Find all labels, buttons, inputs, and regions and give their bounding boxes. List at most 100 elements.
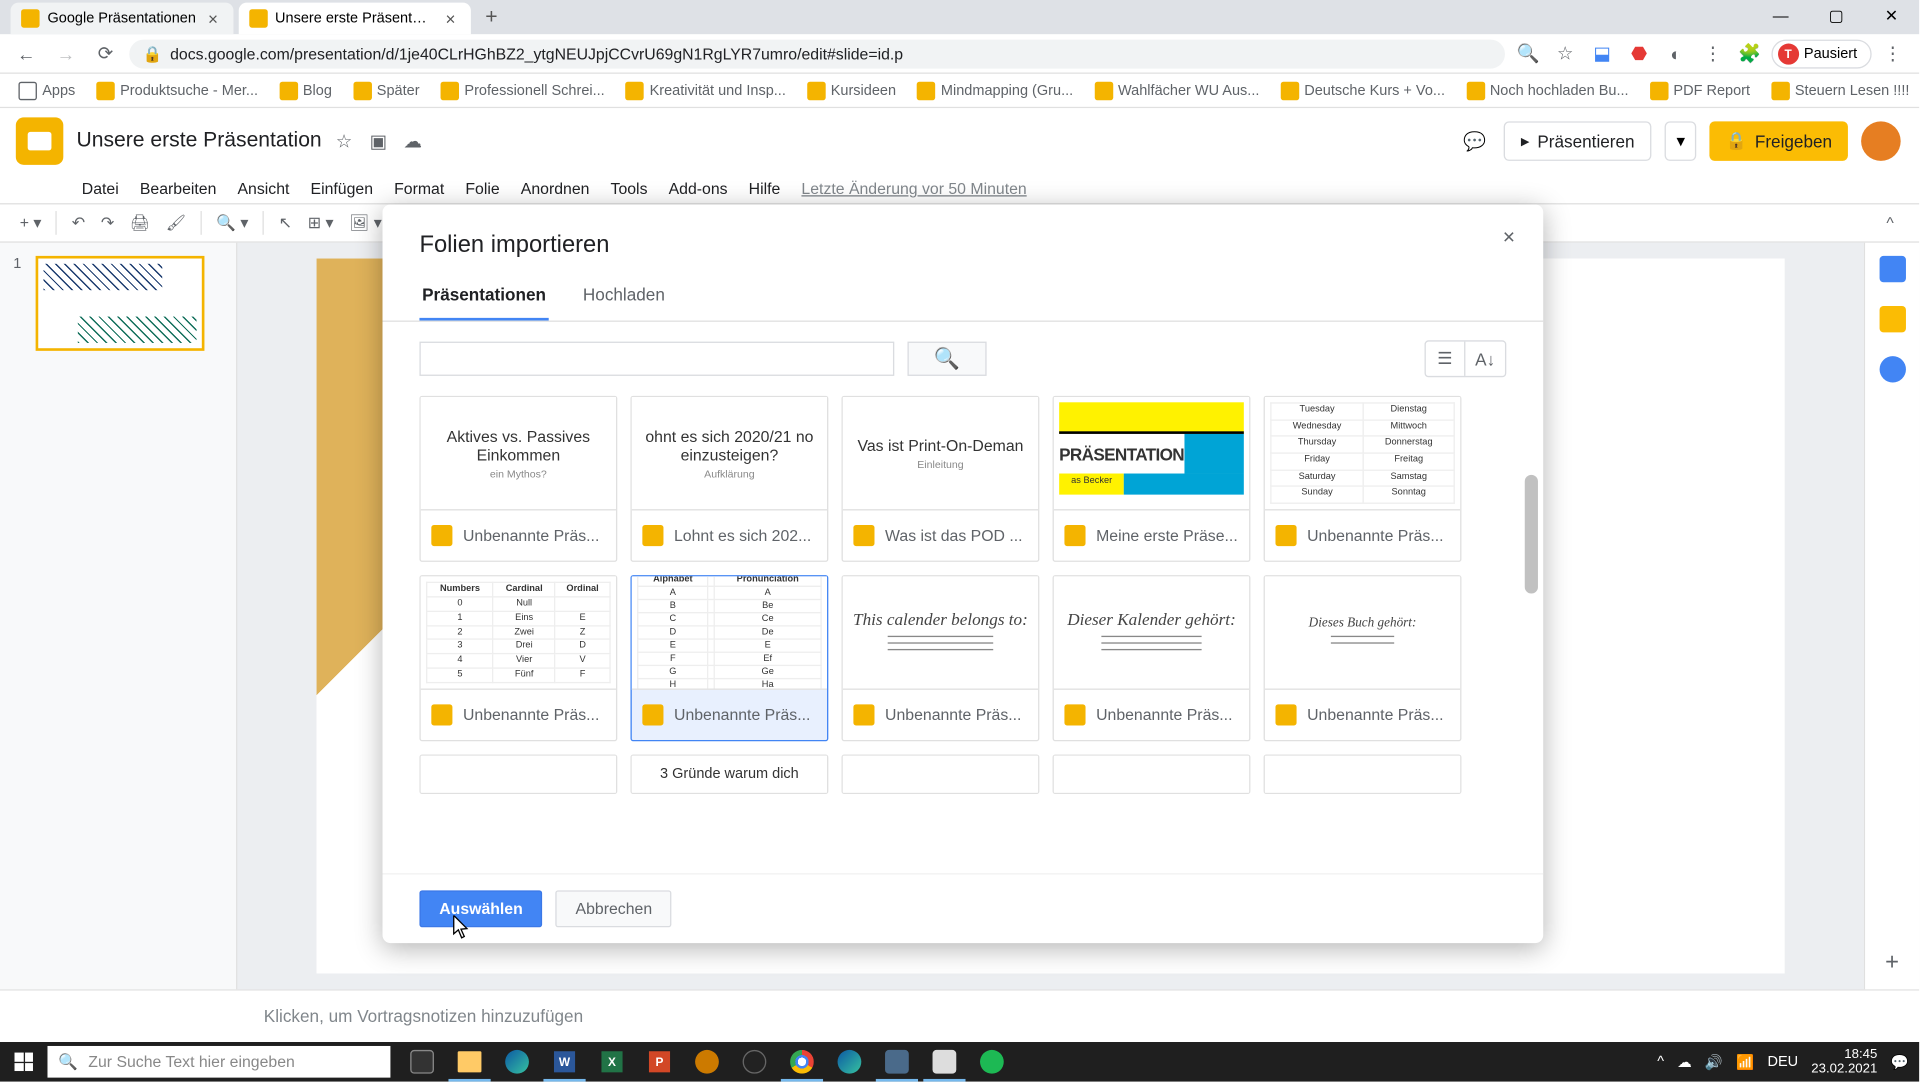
extension-icon[interactable]: ⬓ — [1586, 38, 1618, 70]
menu-tools[interactable]: Tools — [603, 177, 656, 201]
back-button[interactable]: ← — [11, 38, 43, 70]
present-button[interactable]: ▸Präsentieren — [1504, 121, 1652, 161]
taskbar-excel[interactable]: X — [588, 1042, 635, 1082]
bookmark-item[interactable]: Kursideen — [799, 78, 904, 102]
menu-addons[interactable]: Add-ons — [661, 177, 736, 201]
bookmark-item[interactable]: Mindmapping (Gru... — [909, 78, 1081, 102]
bookmark-item[interactable]: Professionell Schrei... — [433, 78, 613, 102]
present-dropdown[interactable]: ▾ — [1665, 121, 1697, 161]
sort-toggle[interactable]: A↓ — [1465, 342, 1505, 376]
task-view-button[interactable] — [398, 1042, 445, 1082]
picker-item[interactable]: ohnt es sich 2020/21 no einzusteigen?Auf… — [630, 396, 828, 562]
forward-button[interactable]: → — [50, 38, 82, 70]
apps-button[interactable]: Apps — [11, 78, 84, 102]
profile-paused-button[interactable]: T Pausiert — [1771, 39, 1872, 68]
tab-presentations[interactable]: Präsentationen — [419, 272, 548, 321]
zoom-icon[interactable]: 🔍 — [1512, 38, 1544, 70]
tray-cloud-icon[interactable]: ☁ — [1677, 1053, 1692, 1070]
close-modal-button[interactable]: × — [1493, 223, 1525, 255]
menu-view[interactable]: Ansicht — [230, 177, 298, 201]
taskbar-app[interactable] — [493, 1042, 540, 1082]
menu-format[interactable]: Format — [386, 177, 452, 201]
move-icon[interactable]: ▣ — [367, 129, 391, 153]
tray-wifi-icon[interactable]: 📶 — [1736, 1053, 1754, 1070]
star-icon[interactable]: ☆ — [332, 129, 356, 153]
taskbar-app[interactable] — [873, 1042, 920, 1082]
account-avatar[interactable] — [1861, 121, 1901, 161]
picker-item[interactable] — [1264, 754, 1462, 794]
extension-icon[interactable]: ⋮ — [1697, 38, 1729, 70]
search-input[interactable] — [419, 342, 894, 376]
menu-file[interactable]: Datei — [74, 177, 127, 201]
menu-button[interactable]: ⋮ — [1877, 38, 1909, 70]
zoom-button[interactable]: 🔍 ▾ — [210, 210, 255, 236]
undo-button[interactable]: ↶ — [65, 210, 91, 236]
calendar-addon-icon[interactable] — [1879, 256, 1905, 282]
select-button[interactable]: Auswählen — [419, 890, 542, 927]
doc-title[interactable]: Unsere erste Präsentation — [77, 129, 322, 153]
bookmark-item[interactable]: Wahlfächer WU Aus... — [1086, 78, 1267, 102]
slide-thumbnail[interactable] — [35, 256, 204, 351]
print-button[interactable]: 🖨 — [123, 210, 156, 236]
bookmark-item[interactable]: Blog — [271, 78, 340, 102]
slides-logo[interactable] — [16, 117, 63, 164]
menu-arrange[interactable]: Anordnen — [513, 177, 597, 201]
cancel-button[interactable]: Abbrechen — [556, 890, 672, 927]
taskbar-spotify[interactable] — [968, 1042, 1015, 1082]
bookmark-item[interactable]: Produktsuche - Mer... — [88, 78, 265, 102]
tray-notifications-icon[interactable]: 💬 — [1891, 1053, 1909, 1070]
picker-item[interactable] — [419, 754, 617, 794]
taskbar-powerpoint[interactable]: P — [636, 1042, 683, 1082]
cloud-icon[interactable]: ☁ — [401, 129, 425, 153]
menu-edit[interactable]: Bearbeiten — [132, 177, 224, 201]
close-icon[interactable]: × — [441, 9, 459, 27]
picker-item[interactable]: TuesdayDienstagWednesdayMittwochThursday… — [1264, 396, 1462, 562]
comments-button[interactable]: 💬 — [1459, 125, 1491, 157]
picker-item[interactable]: 3 Gründe warum dich — [630, 754, 828, 794]
close-window-button[interactable]: ✕ — [1864, 0, 1919, 32]
address-bar[interactable]: 🔒 docs.google.com/presentation/d/1je40CL… — [129, 39, 1504, 68]
tasks-addon-icon[interactable] — [1879, 356, 1905, 382]
minimize-button[interactable]: — — [1753, 0, 1808, 32]
taskbar-app[interactable] — [683, 1042, 730, 1082]
bookmark-item[interactable]: Steuern Lesen !!!! — [1763, 78, 1917, 102]
maximize-button[interactable]: ▢ — [1808, 0, 1863, 32]
taskbar-word[interactable]: W — [541, 1042, 588, 1082]
new-slide-button[interactable]: + ▾ — [13, 210, 48, 236]
picker-item[interactable]: PRÄSENTATIONas Becker Meine erste Präse.… — [1053, 396, 1251, 562]
browser-tab[interactable]: Unsere erste Präsentation - Goo × — [238, 3, 470, 35]
start-button[interactable] — [0, 1042, 47, 1082]
collapse-toolbar-button[interactable]: ^ — [1877, 210, 1903, 236]
menu-insert[interactable]: Einfügen — [303, 177, 381, 201]
reload-button[interactable]: ⟳ — [90, 38, 122, 70]
picker-item[interactable]: NumbersCardinalOrdinal0Null1EinsE2ZweiZ3… — [419, 575, 617, 741]
add-addon-button[interactable]: + — [1885, 948, 1899, 976]
picker-item[interactable]: Vas ist Print-On-DemanEinleitung Was ist… — [842, 396, 1040, 562]
speaker-notes[interactable]: Klicken, um Vortragsnotizen hinzuzufügen — [0, 989, 1919, 1042]
tray-volume-icon[interactable]: 🔊 — [1705, 1053, 1723, 1070]
select-tool[interactable]: ↖ — [272, 210, 298, 236]
bookmark-item[interactable]: Deutsche Kurs + Vo... — [1273, 78, 1453, 102]
list-view-toggle[interactable]: ☰ — [1426, 342, 1466, 376]
last-edit-link[interactable]: Letzte Änderung vor 50 Minuten — [794, 177, 1035, 201]
search-button[interactable]: 🔍 — [907, 342, 986, 376]
menu-help[interactable]: Hilfe — [741, 177, 789, 201]
tray-clock[interactable]: 18:45 23.02.2021 — [1811, 1047, 1877, 1076]
taskbar-app[interactable] — [731, 1042, 778, 1082]
taskbar-edge[interactable] — [826, 1042, 873, 1082]
picker-item[interactable]: Aktives vs. Passives Einkommenein Mythos… — [419, 396, 617, 562]
picker-item[interactable] — [842, 754, 1040, 794]
keep-addon-icon[interactable] — [1879, 306, 1905, 332]
new-tab-button[interactable]: + — [476, 3, 508, 35]
tray-chevron-icon[interactable]: ^ — [1657, 1054, 1664, 1070]
picker-item[interactable] — [1053, 754, 1251, 794]
star-icon[interactable]: ☆ — [1549, 38, 1581, 70]
bookmark-item[interactable]: Kreativität und Insp... — [618, 78, 794, 102]
picker-item[interactable]: AlphabetPronunciationAABBeCCeDDeEEFEfGGe… — [630, 575, 828, 741]
picker-item[interactable]: Dieser Kalender gehört: Unbenannte Präs.… — [1053, 575, 1251, 741]
taskbar-chrome[interactable] — [778, 1042, 825, 1082]
taskbar-app[interactable] — [921, 1042, 968, 1082]
extension-icon[interactable]: ⬣ — [1623, 38, 1655, 70]
tray-language[interactable]: DEU — [1767, 1054, 1798, 1070]
picker-item[interactable]: Dieses Buch gehört: Unbenannte Präs... — [1264, 575, 1462, 741]
